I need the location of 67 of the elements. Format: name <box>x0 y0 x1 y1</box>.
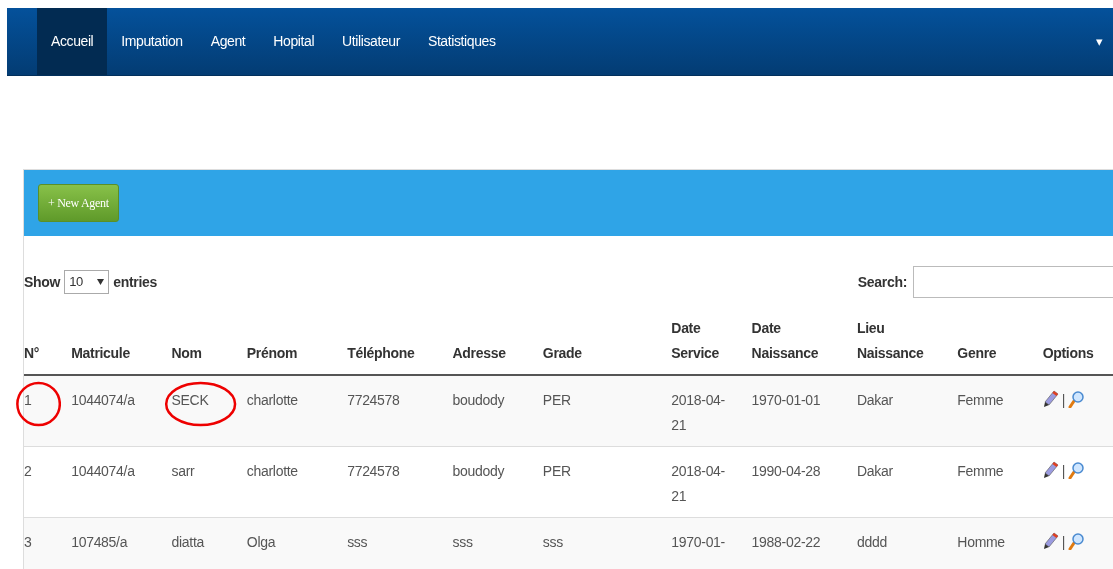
separator: | <box>1061 463 1065 479</box>
table-cell: SECK <box>171 392 209 408</box>
pencil-icon[interactable] <box>1042 461 1059 479</box>
magnifier-icon[interactable] <box>1068 461 1084 479</box>
table-cell: 3 <box>24 534 32 550</box>
column-header[interactable]: N° <box>24 341 40 366</box>
table-cell: 2018-04-21 <box>671 392 725 433</box>
pencil-icon[interactable] <box>1042 390 1059 408</box>
table-cell: dddd <box>857 534 887 550</box>
table-cell: charlotte <box>246 392 298 408</box>
table-cell: charlotte <box>246 463 298 479</box>
table-cell: Homme <box>957 534 1005 550</box>
table-cell: 107485/a <box>71 534 128 550</box>
table-cell: 1044074/a <box>71 392 135 408</box>
table-cell: diatta <box>171 534 204 550</box>
table-cell: boudody <box>452 392 505 408</box>
pencil-icon[interactable] <box>1042 532 1059 550</box>
separator: | <box>1061 534 1065 550</box>
table-cell: 1990-04-28 <box>751 463 821 479</box>
separator: | <box>1061 392 1065 408</box>
column-header[interactable]: Genre <box>957 341 997 366</box>
table-cell: PER <box>542 463 571 479</box>
table-cell: PER <box>542 392 571 408</box>
nav-link[interactable]: Statistiques <box>413 8 510 75</box>
show-label: Show <box>24 272 61 292</box>
column-header[interactable]: Grade <box>542 341 582 366</box>
table-cell: Femme <box>957 463 1004 479</box>
search-label: Search: <box>857 272 907 292</box>
table-cell: boudody <box>452 463 505 479</box>
column-header[interactable]: Date Naissance <box>751 316 830 366</box>
entries-label: entries <box>113 272 157 292</box>
magnifier-icon[interactable] <box>1068 390 1084 408</box>
table-cell: sss <box>542 534 563 550</box>
dropdown-caret-icon <box>97 279 105 285</box>
column-header[interactable]: Téléphone <box>347 341 415 366</box>
table-cell: 1970-01-01 <box>751 392 821 408</box>
table-cell: 7724578 <box>347 392 400 408</box>
table-cell: Dakar <box>857 463 893 479</box>
column-header[interactable]: Nom <box>171 341 202 366</box>
table-cell: 7724578 <box>347 463 400 479</box>
search-field[interactable] <box>913 266 1113 298</box>
nav-link[interactable]: Hopital <box>259 8 329 75</box>
magnifier-icon[interactable] <box>1068 532 1084 550</box>
column-header[interactable]: Options <box>1042 341 1094 366</box>
column-header[interactable]: Prénom <box>246 341 298 366</box>
column-header[interactable]: Lieu Naissance <box>857 316 935 366</box>
table-cell: Olga <box>246 534 276 550</box>
column-header[interactable]: Matricule <box>71 341 130 366</box>
table-cell: sss <box>347 534 368 550</box>
table-cell: Femme <box>957 392 1004 408</box>
table-cell: sss <box>452 534 473 550</box>
table-cell: sarr <box>171 463 195 479</box>
table-cell: 1988-02-22 <box>751 534 821 550</box>
nav-link[interactable]: Imputation <box>107 8 197 75</box>
table-cell: 1 <box>24 392 32 408</box>
table-cell: 1970-01- <box>671 534 725 550</box>
table-cell: 1044074/a <box>71 463 135 479</box>
nav-link[interactable]: Utilisateur <box>328 8 414 75</box>
column-header[interactable]: Adresse <box>452 341 506 366</box>
entries-select[interactable]: 10 <box>64 270 110 294</box>
table-cell: 2 <box>24 463 32 479</box>
table-cell: 2018-04-21 <box>671 463 725 504</box>
table-cell: Dakar <box>857 392 893 408</box>
column-header[interactable]: Date Service <box>671 316 750 366</box>
nav-link[interactable]: Agent <box>196 8 260 75</box>
dropdown-toggle[interactable]: ▾ <box>1096 31 1113 52</box>
nav-link[interactable]: Accueil <box>37 8 108 75</box>
